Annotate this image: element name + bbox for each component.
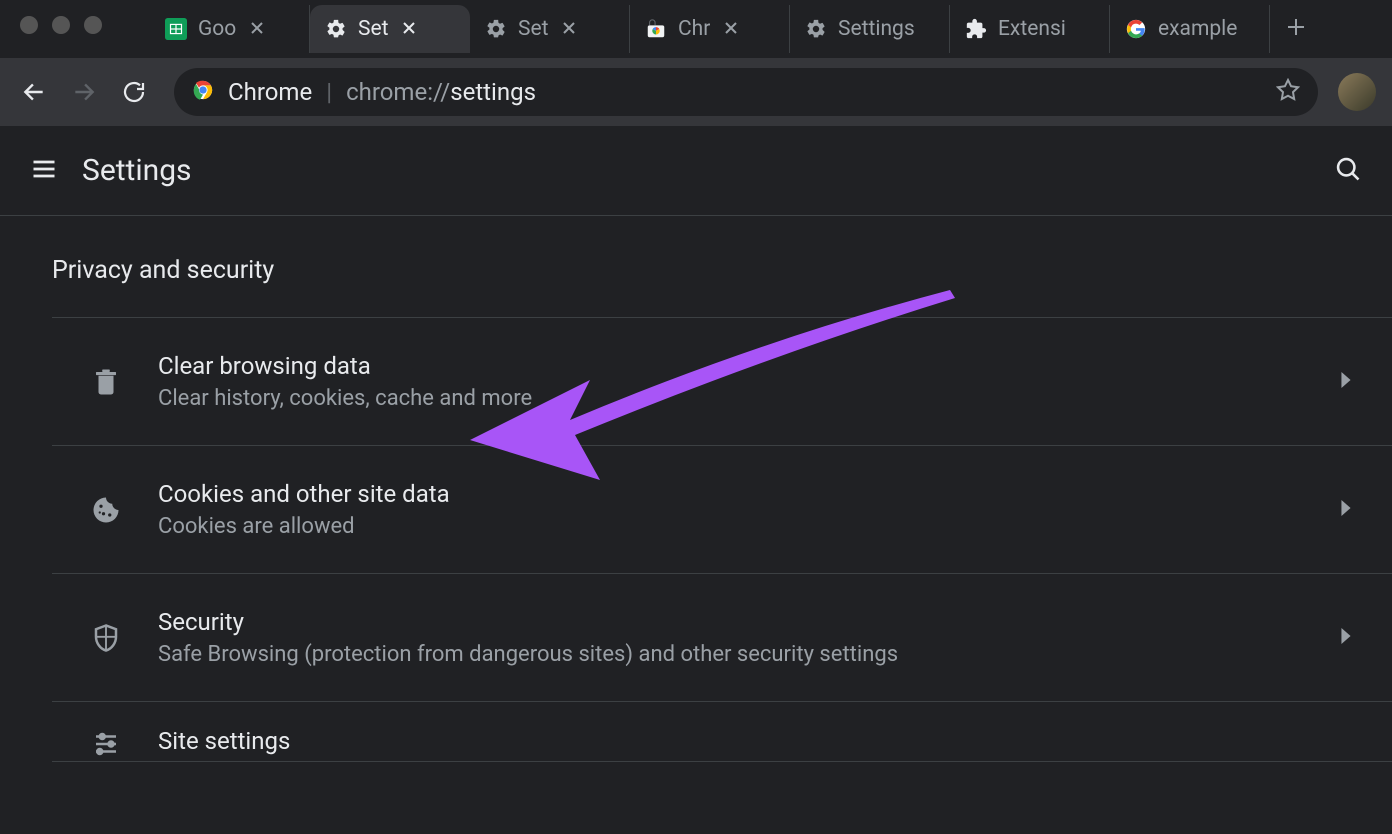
browser-toolbar: Chrome | chrome://settings: [0, 58, 1392, 126]
gear-icon: [324, 17, 348, 41]
tab-settings-active[interactable]: Set: [310, 5, 470, 53]
chrome-icon: [192, 79, 214, 105]
tab-settings-3[interactable]: Settings: [790, 5, 950, 53]
address-separator: |: [326, 78, 332, 106]
bookmark-star-icon[interactable]: [1276, 78, 1300, 106]
gear-icon: [804, 17, 828, 41]
tab-google-sheets[interactable]: Goo: [150, 5, 310, 53]
chevron-right-icon: [1340, 628, 1352, 648]
trash-icon: [88, 367, 124, 397]
address-prefix: Chrome: [228, 78, 312, 106]
tab-chrome-store[interactable]: Chr: [630, 5, 790, 53]
section-title: Privacy and security: [52, 256, 1392, 285]
menu-icon[interactable]: [30, 155, 58, 187]
tab-label: Chr: [678, 17, 710, 41]
close-icon[interactable]: [562, 20, 576, 39]
item-text: Clear browsing data Clear history, cooki…: [158, 352, 1306, 411]
close-icon[interactable]: [250, 20, 264, 39]
tab-example[interactable]: example: [1110, 5, 1270, 53]
tab-label: example: [1158, 17, 1237, 41]
settings-header: Settings: [0, 126, 1392, 216]
settings-item-clear-browsing-data[interactable]: Clear browsing data Clear history, cooki…: [52, 318, 1392, 446]
address-url: chrome://settings: [346, 78, 536, 106]
cookie-icon: [88, 495, 124, 525]
settings-title: Settings: [82, 153, 192, 188]
item-subtitle: Safe Browsing (protection from dangerous…: [158, 642, 1306, 667]
tab-label: Set: [518, 17, 548, 41]
item-title: Site settings: [158, 727, 1352, 755]
item-title: Security: [158, 608, 1306, 636]
window-controls: [0, 0, 102, 34]
settings-item-cookies[interactable]: Cookies and other site data Cookies are …: [52, 446, 1392, 574]
item-subtitle: Cookies are allowed: [158, 514, 1306, 539]
close-icon[interactable]: [724, 20, 738, 39]
shield-icon: [88, 623, 124, 653]
sliders-icon: [88, 729, 124, 759]
new-tab-button[interactable]: [1270, 14, 1322, 44]
gear-icon: [484, 17, 508, 41]
window-maximize-dot[interactable]: [84, 16, 102, 34]
item-title: Clear browsing data: [158, 352, 1306, 380]
tab-settings-2[interactable]: Set: [470, 5, 630, 53]
settings-item-site-settings[interactable]: Site settings: [52, 702, 1392, 762]
tab-label: Extensi: [998, 17, 1066, 41]
reload-button[interactable]: [116, 74, 152, 110]
sheets-icon: [164, 17, 188, 41]
window-minimize-dot[interactable]: [52, 16, 70, 34]
item-text: Site settings: [158, 727, 1352, 761]
chrome-store-icon: [644, 17, 668, 41]
forward-button[interactable]: [66, 74, 102, 110]
profile-avatar[interactable]: [1338, 73, 1376, 111]
chevron-right-icon: [1340, 372, 1352, 392]
settings-content: Privacy and security Clear browsing data…: [0, 216, 1392, 762]
tab-label: Set: [358, 17, 388, 41]
google-icon: [1124, 17, 1148, 41]
back-button[interactable]: [16, 74, 52, 110]
item-text: Cookies and other site data Cookies are …: [158, 480, 1306, 539]
address-bar[interactable]: Chrome | chrome://settings: [174, 68, 1318, 116]
search-icon[interactable]: [1334, 155, 1362, 187]
puzzle-icon: [964, 17, 988, 41]
settings-list: Clear browsing data Clear history, cooki…: [52, 317, 1392, 762]
settings-item-security[interactable]: Security Safe Browsing (protection from …: [52, 574, 1392, 702]
close-icon[interactable]: [402, 20, 416, 39]
window-close-dot[interactable]: [20, 16, 38, 34]
tab-label: Goo: [198, 17, 236, 41]
item-text: Security Safe Browsing (protection from …: [158, 608, 1306, 667]
item-title: Cookies and other site data: [158, 480, 1306, 508]
tab-extensions[interactable]: Extensi: [950, 5, 1110, 53]
chevron-right-icon: [1340, 500, 1352, 520]
item-subtitle: Clear history, cookies, cache and more: [158, 386, 1306, 411]
tab-label: Settings: [838, 17, 915, 41]
tab-strip: Goo Set Set Chr Settings: [0, 0, 1392, 58]
